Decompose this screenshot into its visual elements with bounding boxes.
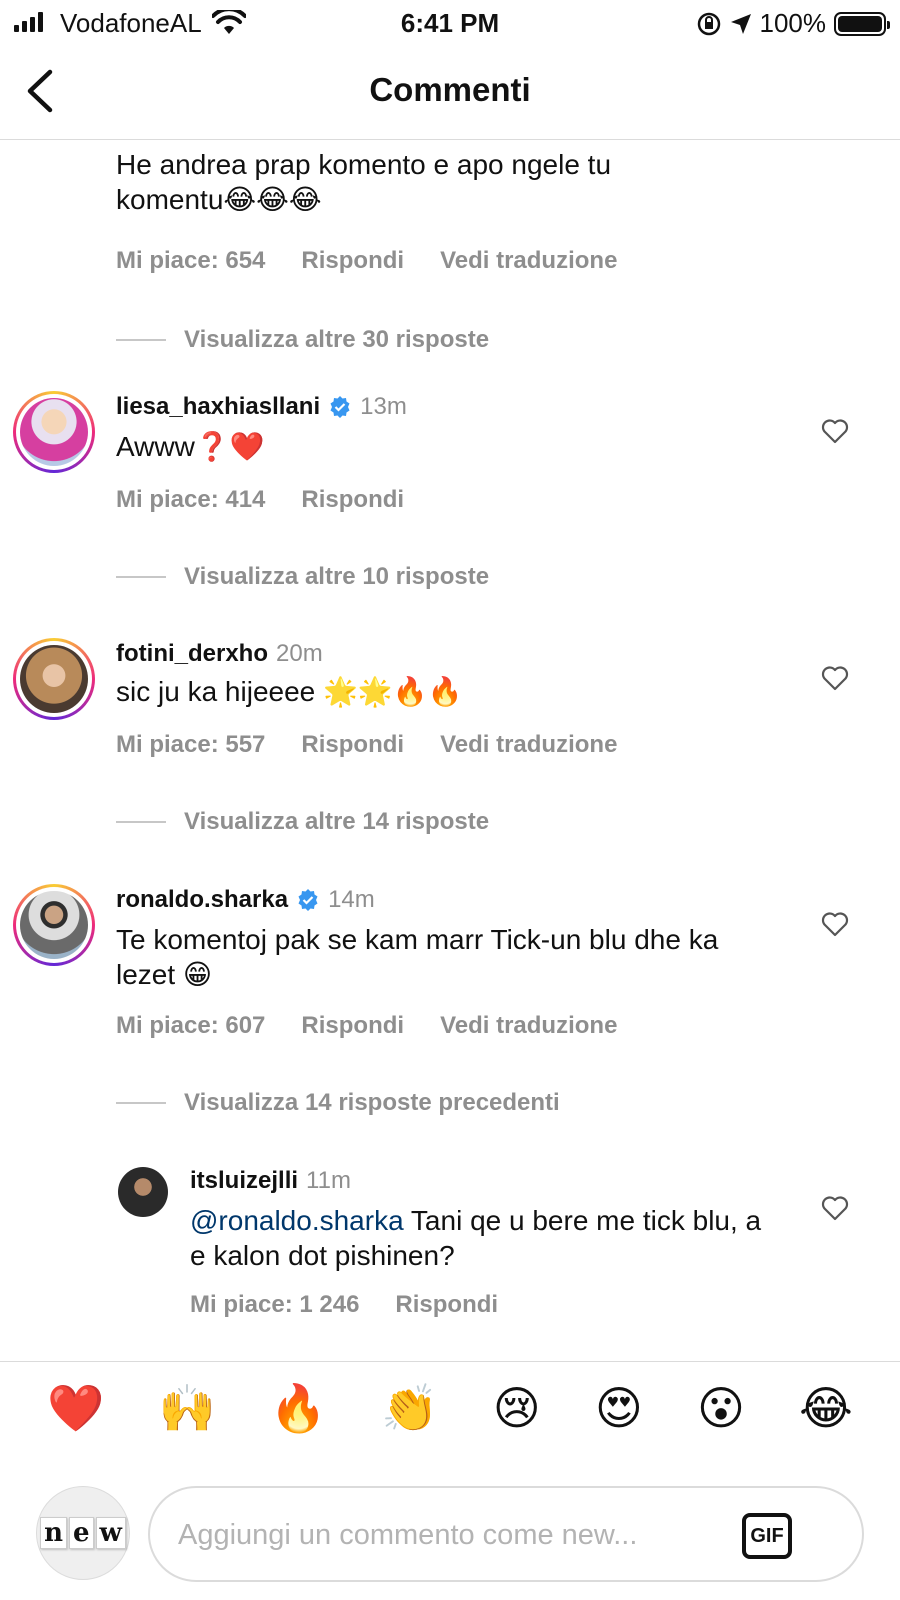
- heart-icon[interactable]: [820, 1193, 850, 1223]
- reply-button[interactable]: Rispondi: [301, 731, 404, 759]
- view-replies-label: Visualizza altre 14 risposte: [184, 808, 490, 835]
- comment-text: He andrea prap komento e apo ngele tu ko…: [116, 149, 612, 215]
- rotation-lock-icon: [697, 12, 720, 35]
- emoji-reaction-bar: ❤️ 🙌 🔥 👏 😢 😍 😮 😂: [0, 1361, 900, 1453]
- battery-icon: [834, 11, 890, 36]
- emoji-clap[interactable]: 👏: [381, 1385, 438, 1431]
- translate-button[interactable]: Vedi traduzione: [440, 1012, 617, 1040]
- emoji-heart[interactable]: ❤️: [47, 1385, 104, 1431]
- comment-placeholder: Aggiungi un commento come new...: [178, 1519, 638, 1551]
- view-replies-label: Visualizza altre 30 risposte: [184, 326, 490, 353]
- comments-list[interactable]: He andrea prap komento e apo ngele tu ko…: [0, 141, 900, 1361]
- avatar-letter: e: [68, 1517, 94, 1549]
- comment-username[interactable]: ronaldo.sharka: [116, 886, 288, 914]
- comment-text: sic ju ka hijeeee 🌟🌟🔥🔥: [116, 676, 463, 707]
- view-replies-label: Visualizza altre 10 risposte: [184, 563, 490, 590]
- verified-badge-icon: [298, 889, 318, 911]
- divider-line: [116, 821, 166, 823]
- reply-text: @ronaldo.sharka Tani qe u bere me tick b…: [190, 1203, 770, 1273]
- comment-time: 13m: [360, 393, 407, 420]
- translate-button[interactable]: Vedi traduzione: [440, 247, 617, 275]
- emoji-fire[interactable]: 🔥: [270, 1385, 327, 1431]
- my-avatar: n e w: [36, 1486, 130, 1580]
- view-replies-button[interactable]: Visualizza altre 10 risposte: [116, 563, 489, 591]
- likes-count[interactable]: Mi piace: 557: [116, 731, 265, 759]
- reply-button[interactable]: Rispondi: [395, 1291, 498, 1319]
- page-title: Commenti: [369, 71, 531, 108]
- view-replies-label: Visualizza 14 risposte precedenti: [184, 1089, 560, 1116]
- reply-button[interactable]: Rispondi: [301, 486, 404, 514]
- view-replies-button[interactable]: Visualizza 14 risposte precedenti: [116, 1089, 560, 1117]
- emoji-raised-hands[interactable]: 🙌: [158, 1385, 215, 1431]
- avatar[interactable]: [13, 391, 95, 473]
- avatar[interactable]: [118, 1167, 168, 1217]
- comment-username[interactable]: fotini_derxho: [116, 640, 268, 668]
- emoji-surprised[interactable]: 😮: [697, 1385, 745, 1431]
- heart-icon[interactable]: [820, 663, 850, 693]
- reply-button[interactable]: Rispondi: [301, 1012, 404, 1040]
- comment-composer: n e w Aggiungi un commento come new... G…: [0, 1480, 900, 1582]
- avatar[interactable]: [13, 638, 95, 720]
- comment-time: 20m: [276, 640, 323, 667]
- reply-button[interactable]: Rispondi: [301, 247, 404, 275]
- avatar-letter: w: [95, 1517, 126, 1549]
- mention-link[interactable]: @ronaldo.sharka: [190, 1205, 404, 1236]
- view-replies-button[interactable]: Visualizza altre 30 risposte: [116, 326, 489, 354]
- avatar-letter: n: [40, 1517, 67, 1549]
- likes-count[interactable]: Mi piace: 607: [116, 1012, 265, 1040]
- divider-line: [116, 576, 166, 578]
- emoji-heart-eyes[interactable]: 😍: [595, 1385, 643, 1431]
- divider-line: [116, 1102, 166, 1104]
- comment-text: Te komentoj pak se kam marr Tick-un blu …: [116, 924, 719, 990]
- reply-time: 11m: [306, 1167, 351, 1194]
- verified-badge-icon: [330, 396, 350, 418]
- emoji-laughing[interactable]: 😂: [799, 1385, 853, 1431]
- likes-count[interactable]: Mi piace: 654: [116, 247, 265, 275]
- divider-line: [116, 339, 166, 341]
- header: Commenti: [0, 46, 900, 140]
- emoji-crying[interactable]: 😢: [493, 1385, 541, 1431]
- comment-text: Awww❓❤️: [116, 431, 265, 462]
- comment-username[interactable]: liesa_haxhiasllani: [116, 393, 320, 421]
- comment-time: 14m: [328, 886, 375, 913]
- view-replies-button[interactable]: Visualizza altre 14 risposte: [116, 808, 489, 836]
- heart-icon[interactable]: [820, 416, 850, 446]
- avatar[interactable]: [13, 884, 95, 966]
- reply-username[interactable]: itsluizejlli: [190, 1167, 298, 1195]
- gif-button[interactable]: GIF: [742, 1513, 792, 1559]
- translate-button[interactable]: Vedi traduzione: [440, 731, 617, 759]
- location-arrow-icon: [730, 13, 751, 34]
- likes-count[interactable]: Mi piace: 414: [116, 486, 265, 514]
- likes-count[interactable]: Mi piace: 1 246: [190, 1291, 359, 1319]
- status-bar: VodafoneAL 6:41 PM 100%: [0, 0, 900, 46]
- heart-icon[interactable]: [820, 909, 850, 939]
- comment-input[interactable]: Aggiungi un commento come new... GIF: [148, 1486, 864, 1582]
- battery-percent: 100%: [759, 8, 827, 38]
